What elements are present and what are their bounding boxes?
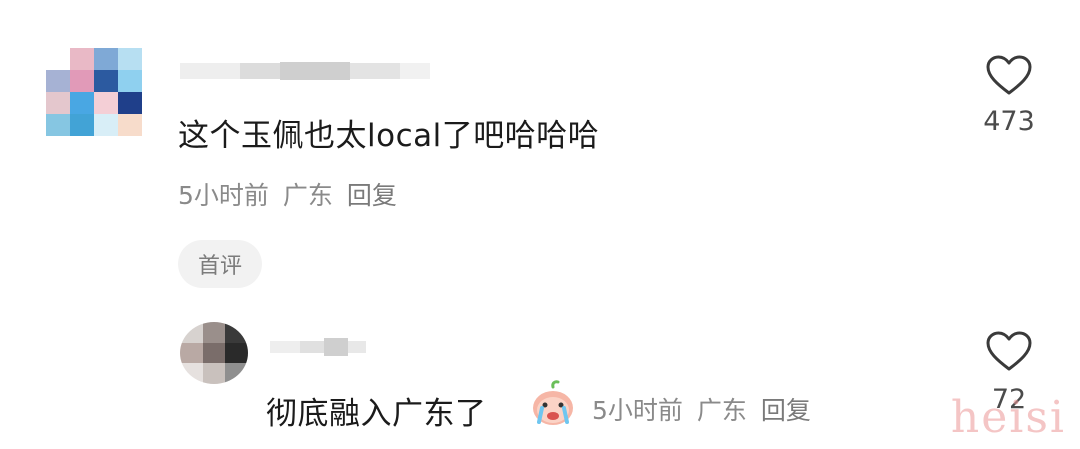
comment-reply-text: 彻底融入广东了 [266, 396, 487, 432]
comment-reply-time: 5小时前 [592, 396, 683, 425]
heart-outline-icon[interactable] [985, 54, 1033, 96]
heart-outline-icon[interactable] [985, 330, 1033, 372]
comment-main-meta: 5小时前 广东 回复 [178, 176, 397, 212]
first-comment-badge: 首评 [178, 240, 262, 288]
crying-face-emoji-icon [533, 380, 573, 425]
comment-main-text: 这个玉佩也太local了吧哈哈哈 [178, 118, 600, 154]
comment-main-reply-button[interactable]: 回复 [347, 181, 397, 210]
watermark-text: heisi [950, 392, 1066, 443]
username-reply-redacted [270, 338, 366, 356]
comment-main-time: 5小时前 [178, 181, 269, 210]
avatar-main-user[interactable] [46, 48, 142, 136]
comment-main-location: 广东 [282, 181, 333, 210]
like-main[interactable]: 473 [970, 54, 1048, 137]
like-main-count: 473 [983, 106, 1035, 137]
comment-reply-reply-button[interactable]: 回复 [761, 396, 811, 425]
comment-reply-meta: 5小时前 广东 回复 [592, 391, 811, 427]
username-main-redacted [180, 62, 430, 80]
avatar-reply-user[interactable] [180, 322, 248, 384]
comment-reply-location: 广东 [696, 396, 747, 425]
